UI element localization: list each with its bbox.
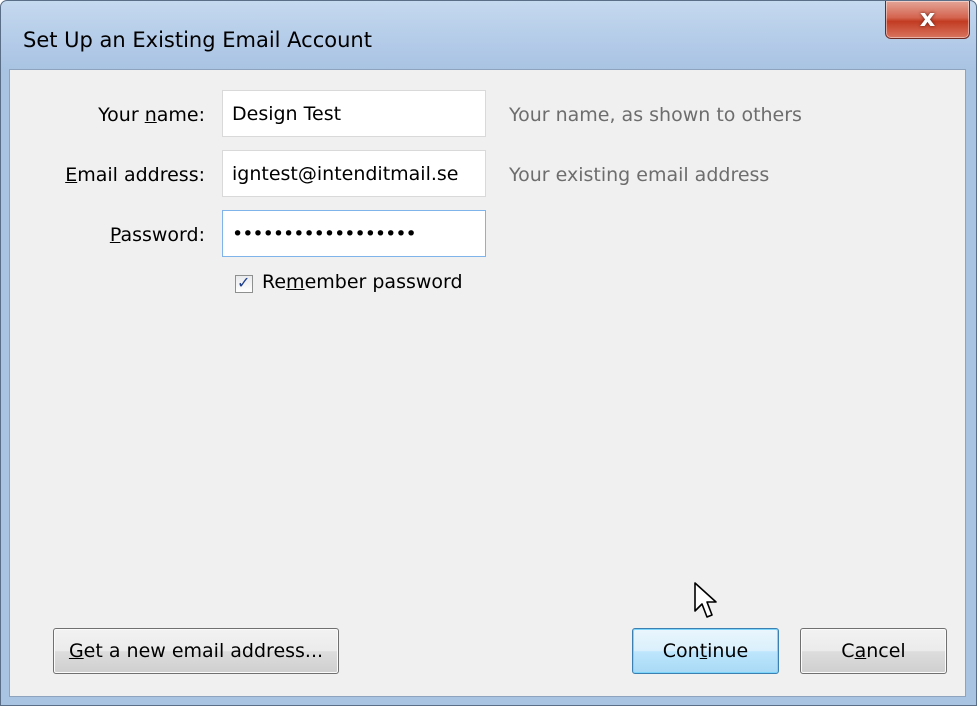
password-label: Password:	[109, 224, 205, 246]
dialog-window: Set Up an Existing Email Account x Your …	[0, 0, 977, 706]
title-bar[interactable]: Set Up an Existing Email Account x	[1, 1, 976, 69]
name-hint: Your name, as shown to others	[509, 104, 802, 126]
cancel-button[interactable]: Cancel	[800, 628, 947, 674]
close-icon: x	[919, 4, 936, 32]
continue-button[interactable]: Continue	[632, 628, 779, 674]
window-title: Set Up an Existing Email Account	[23, 28, 372, 52]
email-hint: Your existing email address	[509, 164, 770, 186]
get-new-email-button[interactable]: Get a new email address...	[53, 628, 339, 674]
name-input[interactable]	[222, 90, 486, 137]
checkmark-icon: ✓	[237, 273, 251, 292]
remember-password-label[interactable]: Remember password	[262, 271, 463, 293]
name-label: Your name:	[98, 104, 205, 126]
email-input[interactable]	[222, 150, 486, 197]
password-input[interactable]	[222, 210, 486, 257]
dialog-client-area: Your name: Your name, as shown to others…	[9, 69, 966, 697]
close-button[interactable]: x	[885, 1, 970, 39]
email-label: Email address:	[65, 164, 205, 186]
remember-password-checkbox[interactable]: ✓	[235, 273, 253, 293]
